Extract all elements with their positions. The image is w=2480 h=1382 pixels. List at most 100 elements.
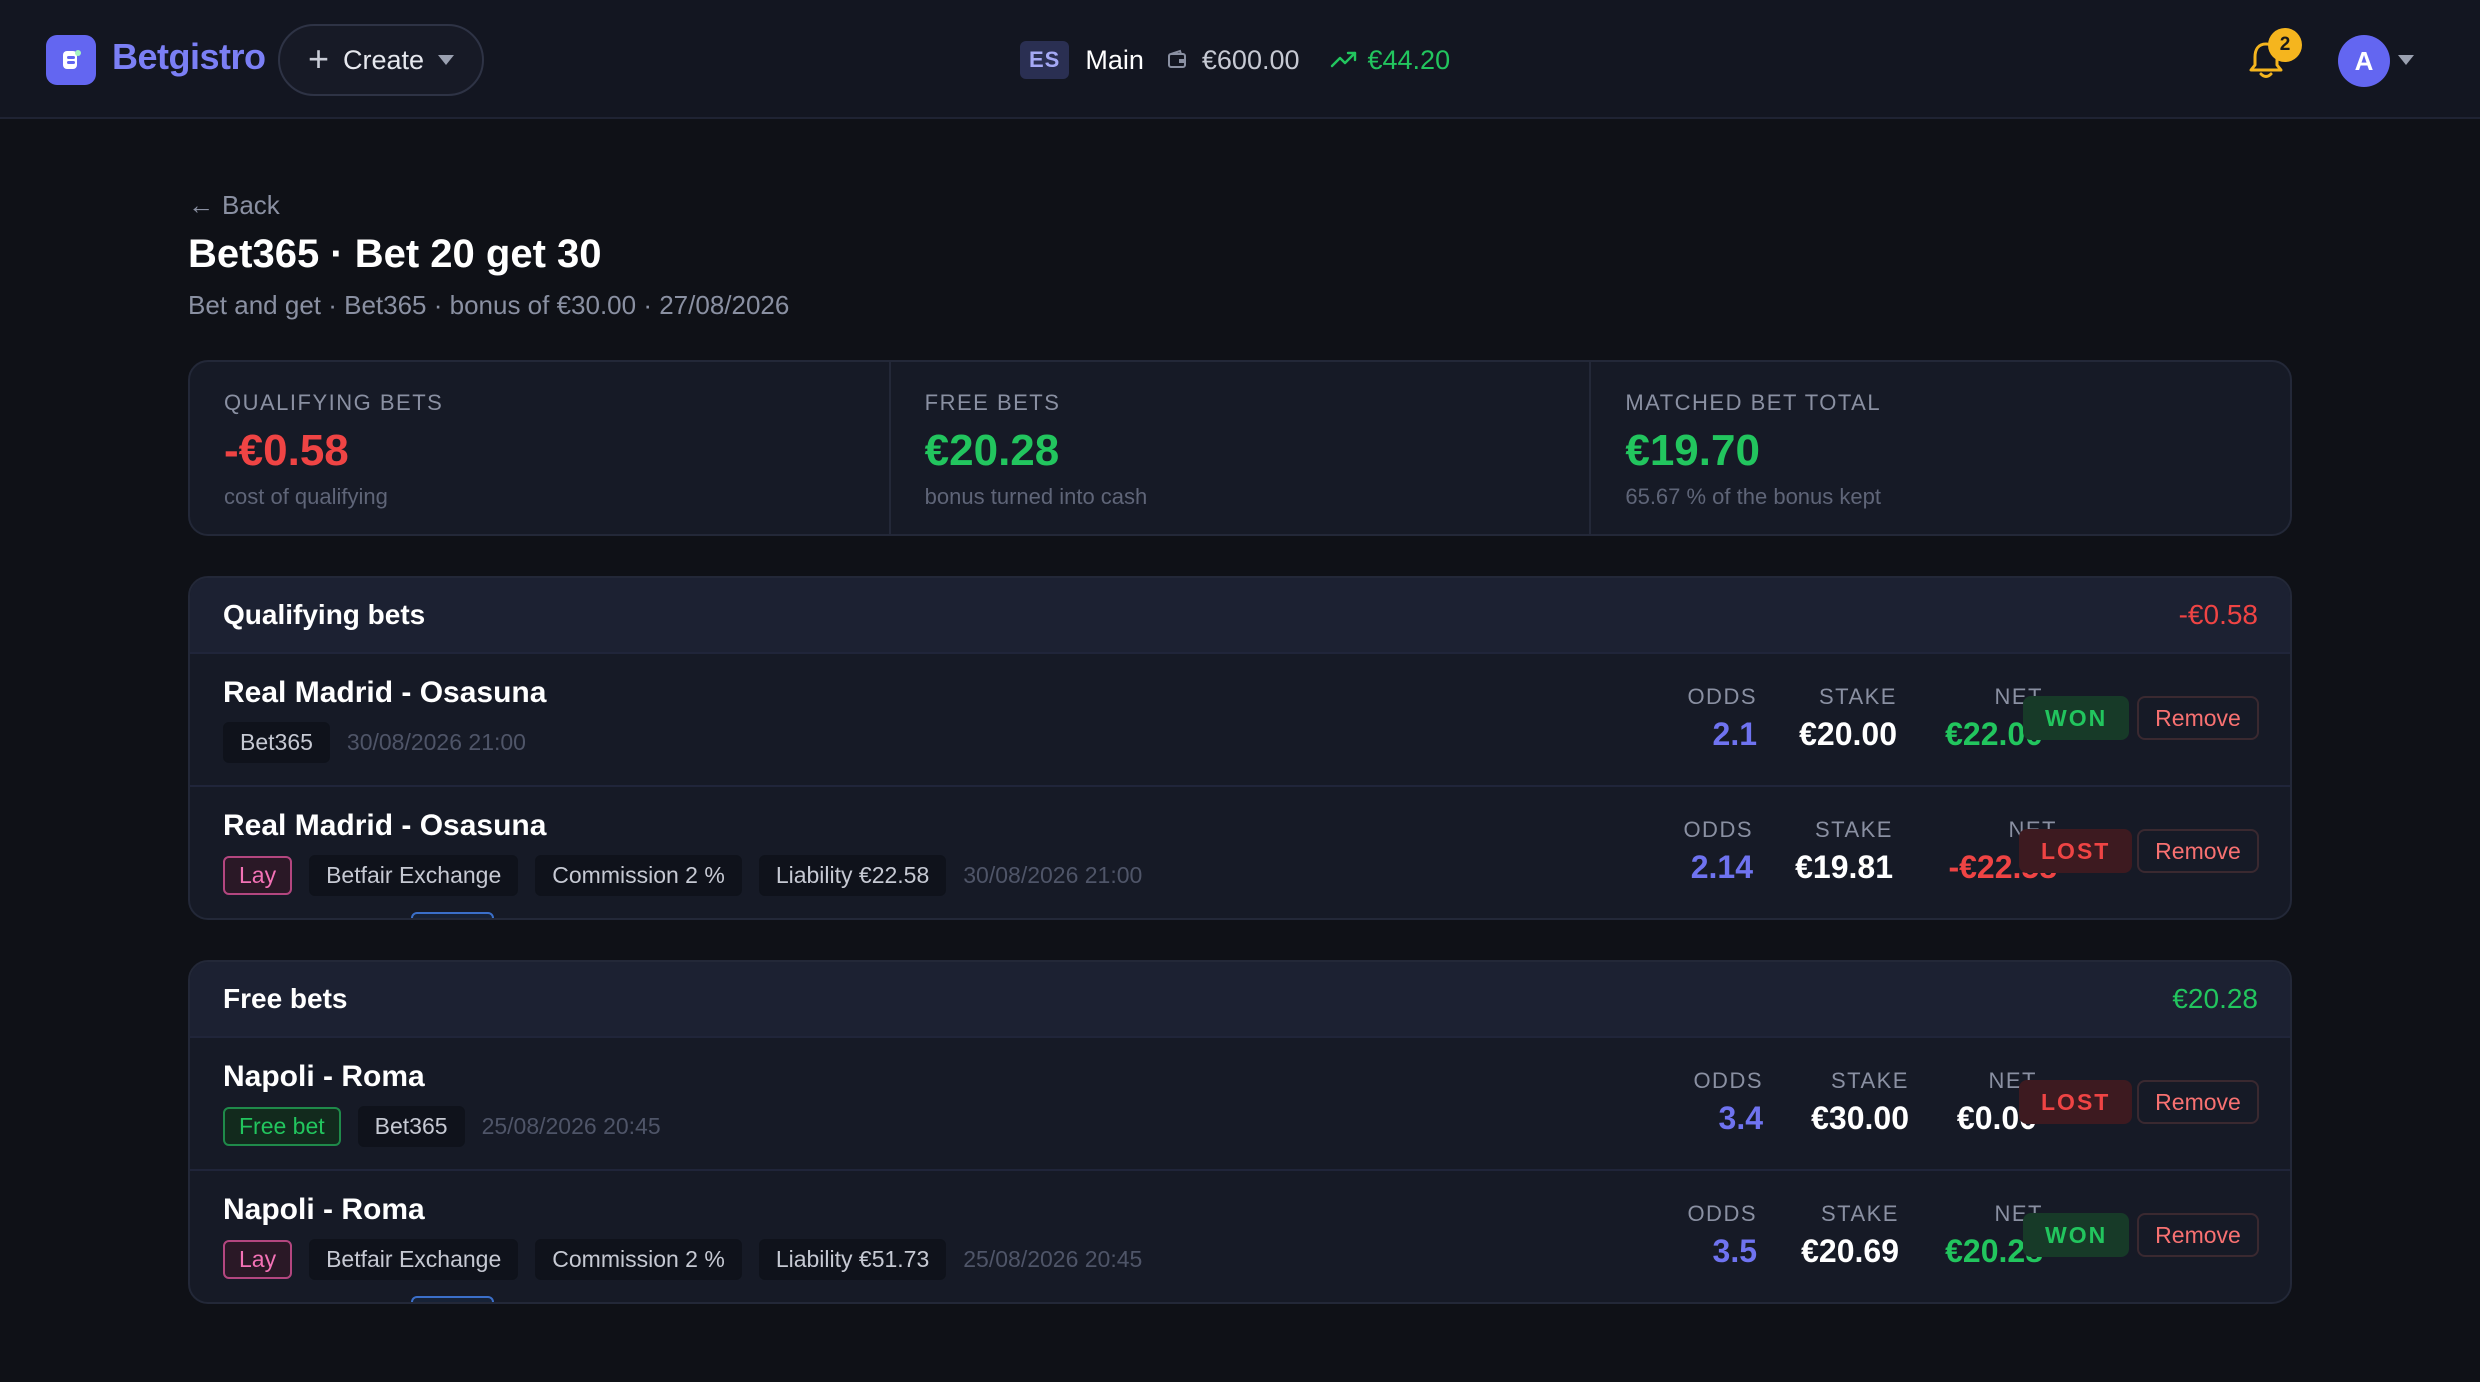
net-value: €0.00: [1956, 1100, 2037, 1136]
commission-tag: Commission 2 %: [535, 1239, 742, 1280]
bet-event: Napoli - Roma: [223, 1060, 425, 1093]
odds-stat: ODDS 3.5: [1635, 1201, 1757, 1270]
summary-note: 65.67 % of the bonus kept: [1625, 484, 1881, 509]
stake-label: STAKE: [1818, 684, 1897, 709]
qualifying-bets-section: Qualifying bets -€0.58 Real Madrid - Osa…: [188, 576, 2292, 920]
net-stat: NET €0.00: [1909, 1068, 2037, 1137]
odds-label: ODDS: [1683, 817, 1753, 842]
result-badge: LOST: [2019, 1080, 2133, 1124]
odds-stat: ODDS 2.1: [1637, 684, 1757, 753]
bet-row: Napoli - Roma Lay Betfair Exchange Commi…: [190, 1169, 2290, 1302]
exchange-tag: Betfair Exchange: [309, 855, 519, 896]
summary-label: FREE BETS: [924, 390, 1061, 415]
bet-stats: ODDS 2.14 STAKE €19.81 NET -€22.58: [1627, 817, 2057, 886]
section-total: -€0.58: [2178, 599, 2258, 630]
top-bar: Betgistro + Create ES Main €600.00 €44.2…: [0, 0, 2480, 119]
stake-value: €20.69: [1801, 1233, 1899, 1269]
summary-value: €20.28: [924, 426, 1060, 475]
wallet-icon: [1167, 49, 1186, 68]
net-label: NET: [1988, 1068, 2037, 1093]
odds-stat: ODDS 2.14: [1627, 817, 1753, 886]
chevron-down-icon: [438, 55, 455, 65]
summary-value: -€0.58: [224, 426, 349, 475]
odds-value: 2.1: [1712, 716, 1757, 752]
avatar[interactable]: A: [2338, 35, 2390, 87]
bet-date: 25/08/2026 20:45: [963, 1246, 1143, 1272]
chevron-down-icon[interactable]: [2398, 55, 2414, 65]
summary-free-bets: FREE BETS €20.28 bonus turned into cash: [888, 362, 1590, 534]
exchange-tag: Betfair Exchange: [309, 1239, 519, 1280]
odds-value: 2.14: [1690, 849, 1753, 885]
bet-event: Real Madrid - Osasuna: [223, 809, 547, 842]
back-label: Back: [222, 190, 280, 220]
result-badge: WON: [2023, 696, 2130, 740]
result-badge: LOST: [2019, 829, 2133, 873]
odds-label: ODDS: [1693, 1068, 1763, 1093]
result-badge: WON: [2023, 1213, 2130, 1257]
bookmaker-tag: Bet365: [357, 1106, 465, 1147]
arrow-left-icon: ←: [188, 190, 214, 220]
side-badge: Lay: [223, 856, 293, 895]
summary-card: QUALIFYING BETS -€0.58 cost of qualifyin…: [188, 360, 2292, 536]
odds-stat: ODDS 3.4: [1637, 1068, 1763, 1137]
section-header: Qualifying bets -€0.58: [190, 578, 2290, 652]
account-profit: €44.20: [1367, 44, 1451, 75]
bet-stats: ODDS 3.5 STAKE €20.69 NET €20.28: [1635, 1201, 2043, 1270]
summary-label: MATCHED BET TOTAL: [1625, 390, 1882, 415]
remove-button[interactable]: Remove: [2137, 1080, 2259, 1124]
section-title: Qualifying bets: [223, 599, 426, 630]
odds-label: ODDS: [1687, 684, 1757, 709]
bet-tags: Back Free bet Bet365 25/08/2026 20:45: [223, 1106, 661, 1302]
section-total: €20.28: [2172, 983, 2258, 1014]
bet-row: Real Madrid - Osasuna Lay Betfair Exchan…: [190, 785, 2290, 918]
bet-tags: Lay Betfair Exchange Commission 2 % Liab…: [223, 855, 1142, 896]
commission-tag: Commission 2 %: [535, 855, 742, 896]
summary-note: bonus turned into cash: [924, 484, 1148, 509]
summary-value: €19.70: [1625, 426, 1760, 475]
side-badge: Lay: [223, 1240, 293, 1279]
summary-label: QUALIFYING BETS: [224, 390, 444, 415]
remove-button[interactable]: Remove: [2137, 696, 2259, 740]
back-link[interactable]: ← Back: [188, 190, 280, 221]
bet-row: Real Madrid - Osasuna Back Bet365 30/08/…: [190, 652, 2290, 918]
stake-stat: STAKE €20.69: [1757, 1201, 1899, 1270]
bet-event: Real Madrid - Osasuna: [223, 676, 547, 709]
account-balance: €600.00: [1201, 44, 1300, 75]
section-header: Free bets €20.28: [190, 962, 2290, 1036]
bet-row: Napoli - Roma Back Free bet Bet365 25/08…: [190, 1036, 2290, 1302]
odds-value: 3.5: [1712, 1233, 1757, 1269]
trending-up-icon: [1330, 51, 1356, 68]
stake-value: €30.00: [1811, 1100, 1909, 1136]
remove-button[interactable]: Remove: [2137, 829, 2259, 873]
bet-tags: Back Bet365 30/08/2026 21:00: [223, 722, 526, 918]
net-stat: NET €20.28: [1899, 1201, 2043, 1270]
stake-value: €20.00: [1799, 716, 1897, 752]
account-name: Main: [1085, 44, 1144, 75]
page-title: Bet365 · Bet 20 get 30: [188, 232, 602, 276]
bet-stats: ODDS 3.4 STAKE €30.00 NET €0.00: [1637, 1068, 2037, 1137]
liability-tag: Liability €22.58: [758, 855, 947, 896]
account-switcher[interactable]: ES Main €600.00 €44.20: [1020, 38, 1450, 82]
stake-label: STAKE: [1820, 1201, 1899, 1226]
logo-icon[interactable]: [46, 35, 96, 85]
net-label: NET: [1994, 1201, 2043, 1226]
odds-value: 3.4: [1718, 1100, 1763, 1136]
create-label: Create: [342, 44, 425, 75]
bet-event: Napoli - Roma: [223, 1193, 425, 1226]
create-button[interactable]: + Create: [278, 24, 484, 96]
remove-button[interactable]: Remove: [2137, 1213, 2259, 1257]
stake-value: €19.81: [1795, 849, 1893, 885]
stake-stat: STAKE €19.81: [1753, 817, 1893, 886]
net-value: €20.28: [1945, 1233, 2043, 1269]
bet-date: 30/08/2026 21:00: [346, 729, 526, 755]
bet-tags: Lay Betfair Exchange Commission 2 % Liab…: [223, 1239, 1142, 1280]
summary-matched-total: MATCHED BET TOTAL €19.70 65.67 % of the …: [1589, 362, 2290, 534]
summary-qualifying: QUALIFYING BETS -€0.58 cost of qualifyin…: [190, 362, 889, 534]
app-name[interactable]: Betgistro: [112, 36, 266, 78]
page-subtitle: Bet and get · Bet365 · bonus of €30.00 ·…: [188, 290, 790, 320]
country-badge: ES: [1020, 41, 1070, 79]
free-bets-section: Free bets €20.28 Napoli - Roma Back Free…: [188, 960, 2292, 1304]
bet-date: 30/08/2026 21:00: [963, 862, 1143, 888]
summary-note: cost of qualifying: [224, 484, 388, 509]
stake-label: STAKE: [1814, 817, 1893, 842]
